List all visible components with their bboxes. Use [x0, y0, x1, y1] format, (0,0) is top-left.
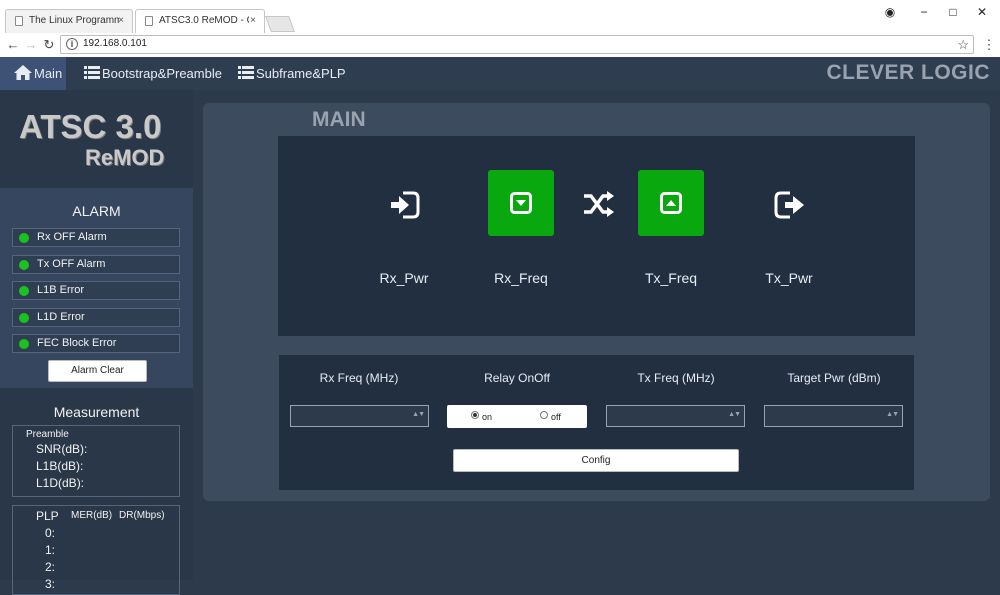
browser-tab-atsc-remod[interactable]: ATSC3.0 ReMOD - CLEVE × — [135, 9, 265, 33]
alarm-row-rx-off: Rx OFF Alarm — [12, 228, 180, 247]
app-navbar: Main Bootstrap&Preamble Subframe&PLP CLE… — [0, 57, 1000, 90]
nav-subframe-plp[interactable]: Subframe&PLP — [238, 57, 346, 90]
browser-toolbar: ← → ↻ i 192.168.0.101 ☆ ⋮ — [0, 33, 1000, 57]
rx-freq-input[interactable]: ▲▼ — [290, 405, 429, 427]
spinner-icon[interactable]: ▲▼ — [728, 411, 741, 418]
back-button[interactable]: ← — [3, 35, 23, 55]
window-close-button[interactable]: ✕ — [970, 2, 994, 22]
rx-freq-field-label: Rx Freq (MHz) — [319, 371, 399, 385]
relay-onoff-label: Relay OnOff — [484, 371, 550, 385]
snr-label: SNR(dB): — [36, 442, 88, 456]
product-logo-line2: ReMOD — [85, 145, 165, 170]
browser-tab-linux-programming[interactable]: The Linux Programming × — [5, 9, 133, 33]
alarm-label: Tx OFF Alarm — [37, 258, 106, 270]
alarm-panel: ALARM Rx OFF Alarm Tx OFF Alarm L1B Erro… — [0, 188, 193, 388]
plp-title: PLP — [36, 509, 59, 523]
alarm-row-fec-block-error: FEC Block Error — [12, 334, 180, 353]
nav-main-label: Main — [34, 66, 63, 81]
sidebar: ATSC 3.0 ReMOD ALARM Rx OFF Alarm Tx OFF… — [0, 90, 193, 595]
status-led-icon — [19, 286, 29, 296]
page-icon — [145, 16, 153, 26]
signal-flow-diagram: Rx_Pwr Rx_Freq Tx_Freq Tx_Pwr — [278, 136, 915, 336]
alarm-label: Rx OFF Alarm — [37, 231, 107, 243]
rx-freq-button[interactable] — [488, 170, 554, 236]
plp-box: PLP MER(dB) DR(Mbps) 0: 1: 2: 3: — [12, 505, 180, 595]
spinner-icon[interactable]: ▲▼ — [886, 411, 899, 418]
alarm-row-l1d-error: L1D Error — [12, 308, 180, 327]
alarm-label: L1D Error — [37, 311, 85, 323]
browser-chrome: The Linux Programming × ATSC3.0 ReMOD - … — [0, 0, 1000, 58]
relay-onoff-radio-group: on off — [447, 405, 587, 428]
plp-row-0: 0: — [45, 526, 56, 540]
status-led-icon — [19, 260, 29, 270]
tab-strip: The Linux Programming × ATSC3.0 ReMOD - … — [0, 0, 1000, 33]
product-logo-line1: ATSC 3.0 — [19, 108, 162, 145]
brand-logo: CLEVER LOGIC — [826, 61, 990, 84]
target-pwr-field-label: Target Pwr (dBm) — [787, 371, 881, 385]
caret-down-square-icon — [510, 192, 532, 214]
nav-bootstrap-label: Bootstrap&Preamble — [102, 66, 222, 81]
page-icon — [15, 16, 23, 26]
l1b-label: L1B(dB): — [36, 459, 84, 473]
close-icon[interactable]: × — [118, 10, 124, 32]
alarm-label: FEC Block Error — [37, 337, 117, 349]
config-button[interactable]: Config — [453, 449, 739, 472]
nav-subframe-label: Subframe&PLP — [256, 66, 346, 81]
relay-off-radio[interactable] — [540, 411, 548, 419]
address-bar[interactable]: i 192.168.0.101 ☆ — [60, 35, 974, 54]
alarm-title: ALARM — [72, 203, 121, 219]
bookmark-star-icon[interactable]: ☆ — [957, 36, 969, 53]
tx-pwr-label: Tx_Pwr — [765, 270, 813, 286]
rx-freq-label: Rx_Freq — [494, 270, 548, 286]
measurement-title: Measurement — [53, 404, 140, 420]
tab-title: The Linux Programming — [29, 15, 119, 26]
spinner-icon[interactable]: ▲▼ — [412, 411, 425, 418]
plp-row-3: 3: — [45, 577, 56, 591]
l1d-label: L1D(dB): — [36, 476, 85, 490]
caret-up-square-icon — [660, 192, 682, 214]
forward-button[interactable]: → — [21, 35, 41, 55]
account-icon[interactable]: ◉ — [878, 2, 902, 22]
relay-off-label: off — [551, 412, 561, 422]
rx-pwr-label: Rx_Pwr — [379, 270, 429, 286]
nav-main[interactable]: Main — [0, 57, 66, 90]
new-tab-button[interactable] — [265, 16, 295, 32]
alarm-label: L1B Error — [37, 284, 85, 296]
plp-row-2: 2: — [45, 560, 56, 574]
minimize-button[interactable]: − — [912, 2, 936, 22]
relay-on-label: on — [482, 412, 493, 422]
list-icon — [84, 66, 100, 80]
dr-header: DR(Mbps) — [119, 510, 165, 521]
status-led-icon — [19, 233, 29, 243]
nav-bootstrap-preamble[interactable]: Bootstrap&Preamble — [84, 57, 222, 90]
rx-power-icon[interactable] — [389, 191, 421, 219]
mer-header: MER(dB) — [71, 510, 113, 521]
menu-icon[interactable]: ⋮ — [979, 35, 999, 55]
maximize-button[interactable]: □ — [941, 2, 965, 22]
plp-row-1: 1: — [45, 543, 56, 557]
status-led-icon — [19, 339, 29, 349]
alarm-row-l1b-error: L1B Error — [12, 281, 180, 300]
alarm-row-tx-off: Tx OFF Alarm — [12, 255, 180, 274]
target-pwr-input[interactable]: ▲▼ — [764, 405, 903, 427]
status-led-icon — [19, 313, 29, 323]
preamble-box: Preamble SNR(dB): L1B(dB): L1D(dB): — [12, 425, 180, 497]
reload-button[interactable]: ↻ — [39, 35, 59, 55]
tx-freq-button[interactable] — [638, 170, 704, 236]
tx-freq-label: Tx_Freq — [644, 270, 698, 286]
tx-power-icon[interactable] — [774, 191, 806, 219]
url-text[interactable]: 192.168.0.101 — [83, 38, 147, 49]
list-icon — [238, 66, 254, 80]
home-icon — [14, 65, 32, 81]
tab-title: ATSC3.0 ReMOD - CLEVE — [159, 15, 249, 26]
info-icon[interactable]: i — [66, 38, 78, 50]
tx-freq-field-label: Tx Freq (MHz) — [637, 371, 715, 385]
page-title: MAIN — [312, 108, 366, 131]
close-icon[interactable]: × — [250, 10, 256, 32]
shuffle-icon — [584, 191, 614, 217]
relay-on-radio[interactable] — [471, 411, 479, 419]
alarm-clear-button[interactable]: Alarm Clear — [48, 360, 147, 382]
tx-freq-input[interactable]: ▲▼ — [606, 405, 745, 427]
preamble-title: Preamble — [26, 429, 69, 440]
